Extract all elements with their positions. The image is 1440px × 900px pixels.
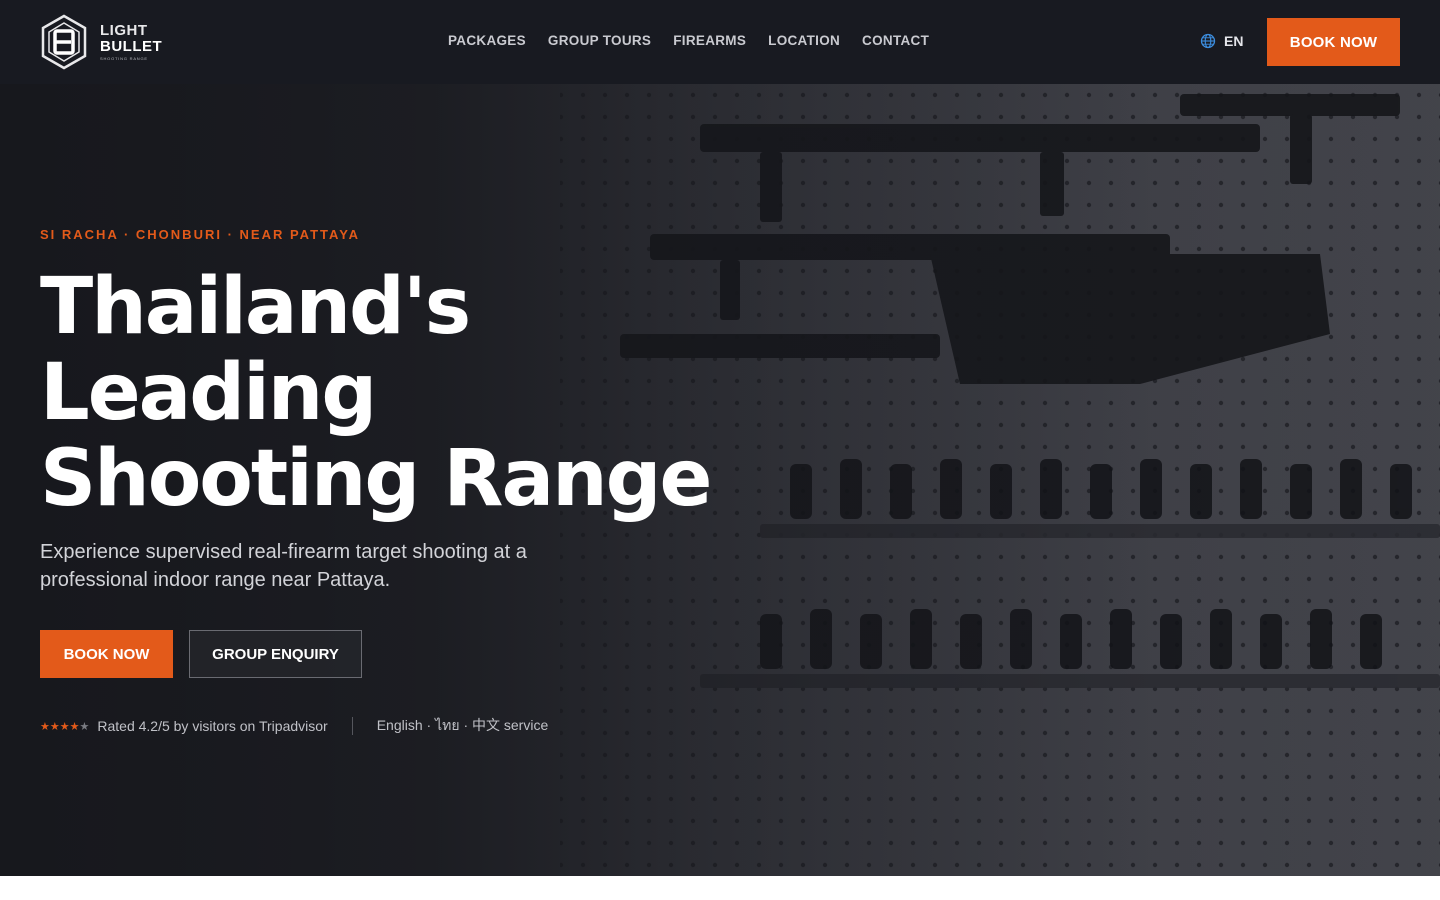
rating-stars: ★★★★★ [40, 720, 89, 733]
language-switcher[interactable]: EN [1200, 33, 1243, 49]
meta-divider [351, 717, 353, 735]
star-filled-icon: ★ [59, 720, 70, 733]
hero-title-line-2: Leading [40, 348, 377, 438]
nav-item-location[interactable]: LOCATION [768, 33, 840, 48]
hero-section: SI RACHA · CHONBURI · NEAR PATTAYA Thail… [0, 84, 1440, 876]
brand-line1: LIGHT [100, 22, 148, 39]
site-header: LIGHT BULLET SHOOTING RANGE PACKAGES GRO… [0, 0, 1440, 84]
hero-title-line-3: Shooting Range [40, 434, 712, 524]
globe-icon [1200, 33, 1216, 49]
nav-item-contact[interactable]: CONTACT [862, 33, 929, 48]
nav-item-group-tours[interactable]: GROUP TOURS [548, 33, 651, 48]
hero-meta: ★★★★★ Rated 4.2/5 by visitors on Tripadv… [40, 715, 548, 737]
nav-item-firearms[interactable]: FIREARMS [673, 33, 746, 48]
star-filled-icon: ★ [69, 720, 80, 733]
nav-item-packages[interactable]: PACKAGES [448, 33, 526, 48]
hero-subtitle: Experience supervised real-firearm targe… [40, 541, 527, 591]
brand-line2: BULLET [100, 38, 163, 55]
main-nav: PACKAGES GROUP TOURS FIREARMS LOCATION C… [448, 33, 929, 48]
rating-text: Rated 4.2/5 by visitors on Tripadvisor [97, 718, 328, 734]
header-book-now-button[interactable]: BOOK NOW [1267, 18, 1400, 66]
language-service-text: English · ไทย · 中文 service [376, 717, 549, 733]
brand-wordmark: LIGHT BULLET SHOOTING RANGE [100, 23, 162, 61]
star-filled-icon: ★ [40, 720, 50, 733]
hero-title-line-1: Thailand's [40, 262, 471, 352]
page: LIGHT BULLET SHOOTING RANGE PACKAGES GRO… [0, 0, 1440, 900]
hero-title: Thailand's Leading Shooting Range [40, 264, 760, 522]
hero-location-eyebrow: SI RACHA · CHONBURI · NEAR PATTAYA [40, 227, 361, 242]
brand-logo[interactable]: LIGHT BULLET SHOOTING RANGE [40, 14, 180, 70]
logo-hexagon-icon [41, 14, 87, 70]
group-enquiry-button[interactable]: GROUP ENQUIRY [189, 630, 362, 678]
hero-book-now-button[interactable]: BOOK NOW [40, 630, 173, 678]
brand-line3: SHOOTING RANGE [100, 56, 148, 61]
star-empty-icon: ★ [79, 720, 90, 733]
language-code: EN [1224, 33, 1244, 49]
star-filled-icon: ★ [49, 720, 60, 733]
